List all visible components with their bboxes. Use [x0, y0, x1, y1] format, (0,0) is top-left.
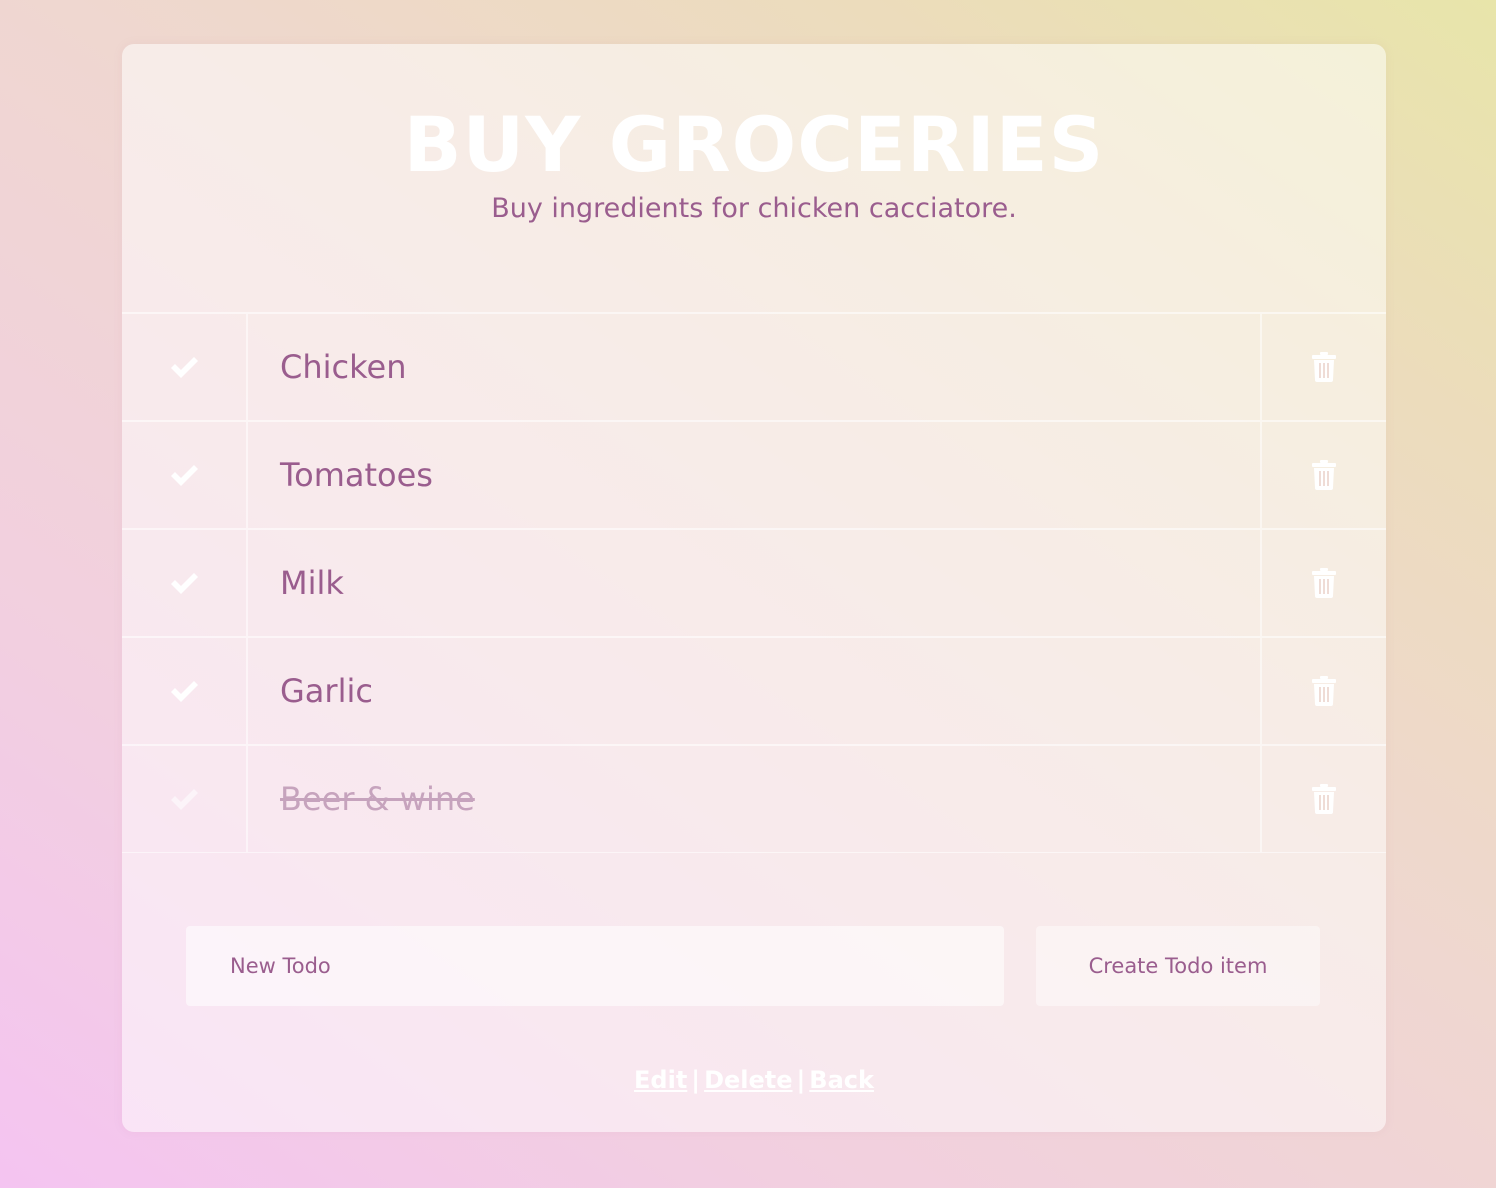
todo-item-label: Milk: [280, 564, 344, 602]
complete-toggle-button[interactable]: [122, 530, 248, 636]
todo-item-completed: Beer & wine: [122, 746, 1386, 853]
list-description: Buy ingredients for chicken cacciatore.: [491, 193, 1017, 224]
delete-todo-button[interactable]: [1260, 638, 1386, 744]
trash-icon: [1312, 676, 1336, 706]
todo-item-label: Tomatoes: [280, 456, 433, 494]
link-separator: |: [796, 1066, 806, 1094]
footer-links: Edit | Delete | Back: [122, 1066, 1386, 1094]
create-todo-button[interactable]: Create Todo item: [1036, 926, 1320, 1006]
check-icon: [171, 357, 198, 378]
complete-toggle-button[interactable]: [122, 314, 248, 420]
complete-toggle-button[interactable]: [122, 422, 248, 528]
todo-list-card: BUY GROCERIES Buy ingredients for chicke…: [122, 44, 1386, 1132]
check-icon: [171, 465, 198, 486]
delete-todo-button[interactable]: [1260, 746, 1386, 852]
check-icon: [171, 573, 198, 594]
trash-icon: [1312, 352, 1336, 382]
trash-icon: [1312, 460, 1336, 490]
todo-item: Garlic: [122, 638, 1386, 746]
delete-todo-button[interactable]: [1260, 530, 1386, 636]
todo-item: Tomatoes: [122, 422, 1386, 530]
new-todo-input[interactable]: [186, 926, 1004, 1006]
todo-item-label: Beer & wine: [280, 780, 475, 818]
edit-link[interactable]: Edit: [634, 1066, 687, 1094]
delete-list-link[interactable]: Delete: [704, 1066, 792, 1094]
todo-item-label: Chicken: [280, 348, 407, 386]
complete-toggle-button[interactable]: [122, 638, 248, 744]
todo-item-label: Garlic: [280, 672, 373, 710]
delete-todo-button[interactable]: [1260, 314, 1386, 420]
back-link[interactable]: Back: [809, 1066, 874, 1094]
delete-todo-button[interactable]: [1260, 422, 1386, 528]
todo-item: Milk: [122, 530, 1386, 638]
check-icon: [171, 789, 198, 810]
check-icon: [171, 681, 198, 702]
todo-list: Chicken Tomatoes Milk Garlic Beer & wine: [122, 312, 1386, 853]
todo-item: Chicken: [122, 314, 1386, 422]
trash-icon: [1312, 568, 1336, 598]
complete-toggle-button[interactable]: [122, 746, 248, 852]
link-separator: |: [691, 1066, 701, 1094]
page-title: BUY GROCERIES: [403, 100, 1105, 189]
trash-icon: [1312, 784, 1336, 814]
